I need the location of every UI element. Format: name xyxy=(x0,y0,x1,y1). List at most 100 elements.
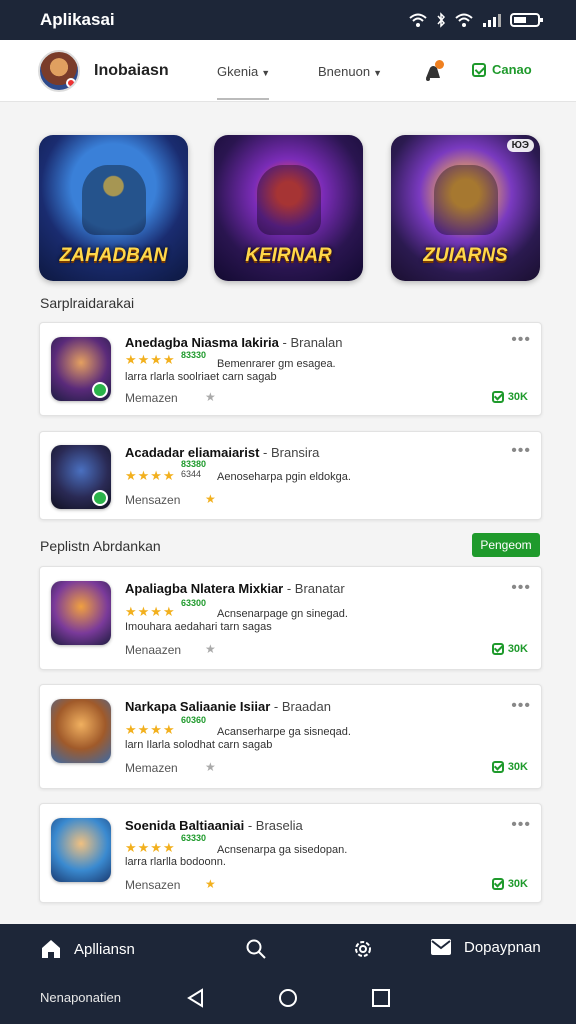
menu-dropdown-1[interactable]: Gkenia ▼ xyxy=(217,64,270,79)
app-description-2: larn Ilarla solodhat carn sagab xyxy=(125,739,273,751)
back-icon xyxy=(187,988,203,1008)
app-card[interactable]: Acadadar eliamaiarist - Bransira ★★★★ 83… xyxy=(39,431,542,520)
header-cta-button[interactable]: Canao xyxy=(472,62,532,77)
favorite-star-icon[interactable]: ★ xyxy=(205,492,216,506)
more-options-icon[interactable]: ••• xyxy=(511,697,531,715)
app-tag: 83380 xyxy=(181,459,207,469)
chevron-down-icon: ▼ xyxy=(261,68,271,78)
more-options-icon[interactable]: ••• xyxy=(511,816,531,834)
app-title-main: Soenida Baltiaaniai xyxy=(125,818,245,833)
wifi-icon xyxy=(409,13,427,27)
nav-mail[interactable]: Dopaypnan xyxy=(430,938,541,956)
section-title-1: Sarplraidarakai xyxy=(40,295,135,311)
featured-banner-1[interactable]: ZAHADBAN xyxy=(39,135,188,281)
app-tag: 83330 xyxy=(181,350,207,360)
app-description-2: larra rlarla soolriaet carn sagab xyxy=(125,371,277,383)
app-tag: 63300 xyxy=(181,598,207,608)
app-title-sub: - Braselia xyxy=(247,818,303,833)
system-back-button[interactable] xyxy=(186,988,206,1013)
rating-stars: ★★★★ xyxy=(125,840,176,855)
mail-icon xyxy=(431,939,451,955)
app-card[interactable]: Apaliagba Nlatera Mixkiar - Branatar ★★★… xyxy=(39,566,542,670)
rating-stars: ★★★★ xyxy=(125,722,176,737)
system-recent-button[interactable] xyxy=(371,988,391,1013)
install-button[interactable]: 30K xyxy=(491,878,528,890)
banner-title: ZAHADBAN xyxy=(59,245,168,266)
featured-banner-3[interactable]: ЮЭ ZUIARNS xyxy=(391,135,540,281)
recent-square-icon xyxy=(372,989,390,1007)
app-tag-secondary: 6344 xyxy=(181,469,202,479)
nav-home[interactable]: Aplliansn xyxy=(40,938,135,960)
menu-dropdown-2[interactable]: Bnenuon ▼ xyxy=(318,64,382,79)
notification-dot xyxy=(435,60,444,69)
rating-stars: ★★★★ xyxy=(125,468,176,483)
favorite-star-icon[interactable]: ★ xyxy=(205,760,216,774)
avatar[interactable] xyxy=(38,50,80,92)
more-options-icon[interactable]: ••• xyxy=(511,579,531,597)
app-icon xyxy=(51,818,111,882)
install-button[interactable]: 30K xyxy=(491,643,528,655)
app-description: Bemenrarer gm esagea. xyxy=(217,358,336,370)
check-icon xyxy=(491,761,504,773)
banner-title: KEIRNAR xyxy=(245,245,332,266)
app-description: Acnsenarpage gn sinegad. xyxy=(217,608,348,620)
app-title-main: Apaliagba Nlatera Mixkiar xyxy=(125,581,284,596)
app-title: Soenida Baltiaaniai - Braselia xyxy=(125,818,303,833)
featured-banner-2[interactable]: KEIRNAR xyxy=(214,135,363,281)
app-title: Apaliagba Nlatera Mixkiar - Branatar xyxy=(125,581,345,596)
app-title-main: Acadadar eliamaiarist xyxy=(125,445,260,460)
system-home-button[interactable] xyxy=(278,988,298,1013)
signal-icon xyxy=(483,14,501,27)
app-tag: 60360 xyxy=(181,715,207,725)
install-button-label: 30K xyxy=(507,643,528,655)
app-meta: Memazen xyxy=(125,391,178,405)
app-icon xyxy=(51,581,111,645)
menu-dropdown-1-label: Gkenia xyxy=(217,64,259,79)
home-icon xyxy=(42,940,60,958)
app-title-sub: - Bransira xyxy=(263,445,320,460)
app-meta: Mensazen xyxy=(125,493,181,507)
menu-active-underline xyxy=(217,98,269,100)
app-description: Acanserharpe ga sisneqad. xyxy=(217,726,351,738)
app-description-2: larra rlarlla bodoonn. xyxy=(125,856,226,868)
app-title-sub: - Branalan xyxy=(282,335,343,350)
more-options-icon[interactable]: ••• xyxy=(511,331,531,349)
nav-settings[interactable] xyxy=(352,938,374,960)
rating-stars: ★★★★ xyxy=(125,352,176,367)
status-icons xyxy=(408,12,544,28)
app-description: Acnsenarpa ga sisedopan. xyxy=(217,844,348,856)
install-button[interactable]: 30K xyxy=(491,761,528,773)
check-icon xyxy=(472,62,486,77)
more-options-icon[interactable]: ••• xyxy=(511,442,531,460)
app-title-main: Anedagba Niasma Iakiria xyxy=(125,335,279,350)
top-header: Inobaiasn Gkenia ▼ Bnenuon ▼ Canao xyxy=(0,40,576,102)
home-circle-icon xyxy=(279,989,297,1007)
favorite-star-icon[interactable]: ★ xyxy=(205,390,216,404)
menu-dropdown-2-label: Bnenuon xyxy=(318,64,371,79)
app-title: Narkapa Saliaanie Isiiar - Braadan xyxy=(125,699,331,714)
bluetooth-icon xyxy=(437,12,446,28)
section-title-2: Peplistn Abrdankan xyxy=(40,538,161,554)
notification-button[interactable] xyxy=(422,60,444,82)
nav-search[interactable] xyxy=(245,938,267,960)
avatar-status-dot xyxy=(66,78,76,88)
verified-badge-icon xyxy=(92,382,108,398)
favorite-star-icon[interactable]: ★ xyxy=(205,877,216,891)
app-card[interactable]: Anedagba Niasma Iakiria - Branalan ★★★★ … xyxy=(39,322,542,416)
app-card[interactable]: Narkapa Saliaanie Isiiar - Braadan ★★★★ … xyxy=(39,684,542,789)
status-bar: Aplikasai xyxy=(0,0,576,40)
header-cta-label: Canao xyxy=(492,62,532,77)
check-icon xyxy=(491,391,504,403)
favorite-star-icon[interactable]: ★ xyxy=(205,642,216,656)
install-button[interactable]: 30K xyxy=(491,391,528,403)
section-action-button[interactable]: Pengeom xyxy=(472,533,540,557)
banner-hero-art xyxy=(81,165,146,235)
system-label: Nenaponatien xyxy=(40,990,121,1005)
app-meta: Menaazen xyxy=(125,643,182,657)
app-icon xyxy=(51,445,111,509)
app-meta: Memazen xyxy=(125,761,178,775)
nav-mail-label: Dopaypnan xyxy=(464,938,541,956)
app-title: Anedagba Niasma Iakiria - Branalan xyxy=(125,335,343,350)
app-card[interactable]: Soenida Baltiaaniai - Braselia ★★★★ 6333… xyxy=(39,803,542,903)
check-icon xyxy=(491,878,504,890)
